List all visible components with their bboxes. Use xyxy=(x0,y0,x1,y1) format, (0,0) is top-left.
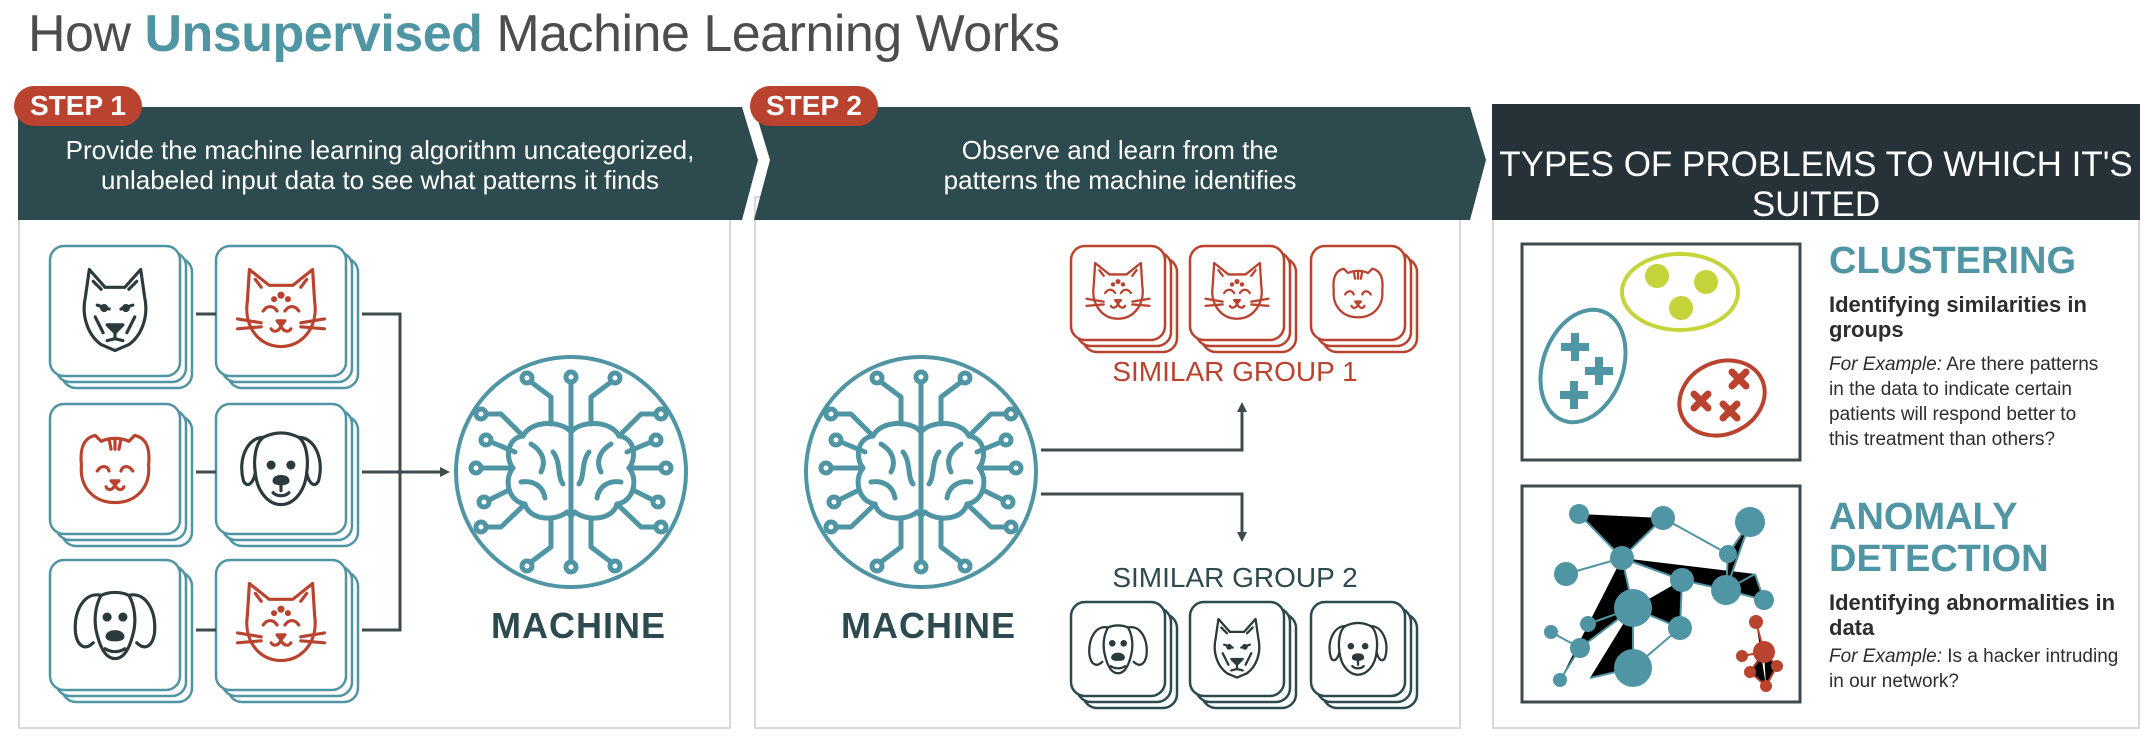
step2-machine-label: MACHINE xyxy=(841,605,1016,646)
similar-group-1-label: SIMILAR GROUP 1 xyxy=(1112,356,1358,387)
step1-tag: STEP 1 xyxy=(14,86,142,126)
tile-cat-fold xyxy=(48,402,194,548)
group2-tile-husky xyxy=(1188,600,1298,710)
tile-cat-1 xyxy=(214,244,360,390)
step2-instructions: Observe and learn from the patterns the … xyxy=(770,135,1470,195)
tile-cat-2 xyxy=(214,558,360,704)
tile-beagle xyxy=(48,558,194,704)
anomaly-title-line2: DETECTION xyxy=(1829,538,2049,580)
step1-machine-label: MACHINE xyxy=(491,605,666,646)
anomaly-subtitle: Identifying abnormalities in data xyxy=(1829,590,2116,640)
group1-tile-cat-2 xyxy=(1188,244,1298,354)
similar-group-2-label: SIMILAR GROUP 2 xyxy=(1112,562,1358,593)
group2-tile-beagle xyxy=(1069,600,1179,710)
anomaly-title-line1: ANOMALY xyxy=(1829,496,2018,538)
clustering-subtitle: Identifying similarities in groups xyxy=(1829,292,2087,342)
brain-circuit-icon xyxy=(456,357,686,587)
step2-line1: Observe and learn from the xyxy=(961,135,1279,165)
step2-line2: patterns the machine identifies xyxy=(943,165,1297,195)
step1-instructions: Provide the machine learning algorithm u… xyxy=(18,135,742,195)
step1-line2: unlabeled input data to see what pattern… xyxy=(101,165,659,195)
types-header: TYPES OF PROBLEMS TO WHICH IT'S SUITED xyxy=(1499,145,2133,224)
step2-group-tiles xyxy=(1069,244,1419,710)
step2-connectors xyxy=(1041,402,1247,542)
network-graph-icon xyxy=(1520,484,1802,704)
step1-line1: Provide the machine learning algorithm u… xyxy=(65,135,695,165)
clustering-title: CLUSTERING xyxy=(1829,240,2076,282)
group2-tile-dog-flop xyxy=(1309,600,1419,710)
clustering-example: For Example: Are there patterns in the d… xyxy=(1829,352,2099,452)
tile-dog-flop xyxy=(214,402,360,548)
anomaly-example-label: For Example: xyxy=(1829,646,1942,667)
step2-tag: STEP 2 xyxy=(750,86,878,126)
anomaly-example: For Example: Is a hacker intruding in ou… xyxy=(1829,644,2119,694)
group1-tile-cat-fold xyxy=(1309,244,1419,354)
tile-husky xyxy=(48,244,194,390)
group1-tile-cat-1 xyxy=(1069,244,1179,354)
cluster-scatter-icon xyxy=(1520,242,1802,462)
clustering-example-label: For Example: xyxy=(1829,354,1942,375)
brain-circuit-icon xyxy=(806,357,1036,587)
